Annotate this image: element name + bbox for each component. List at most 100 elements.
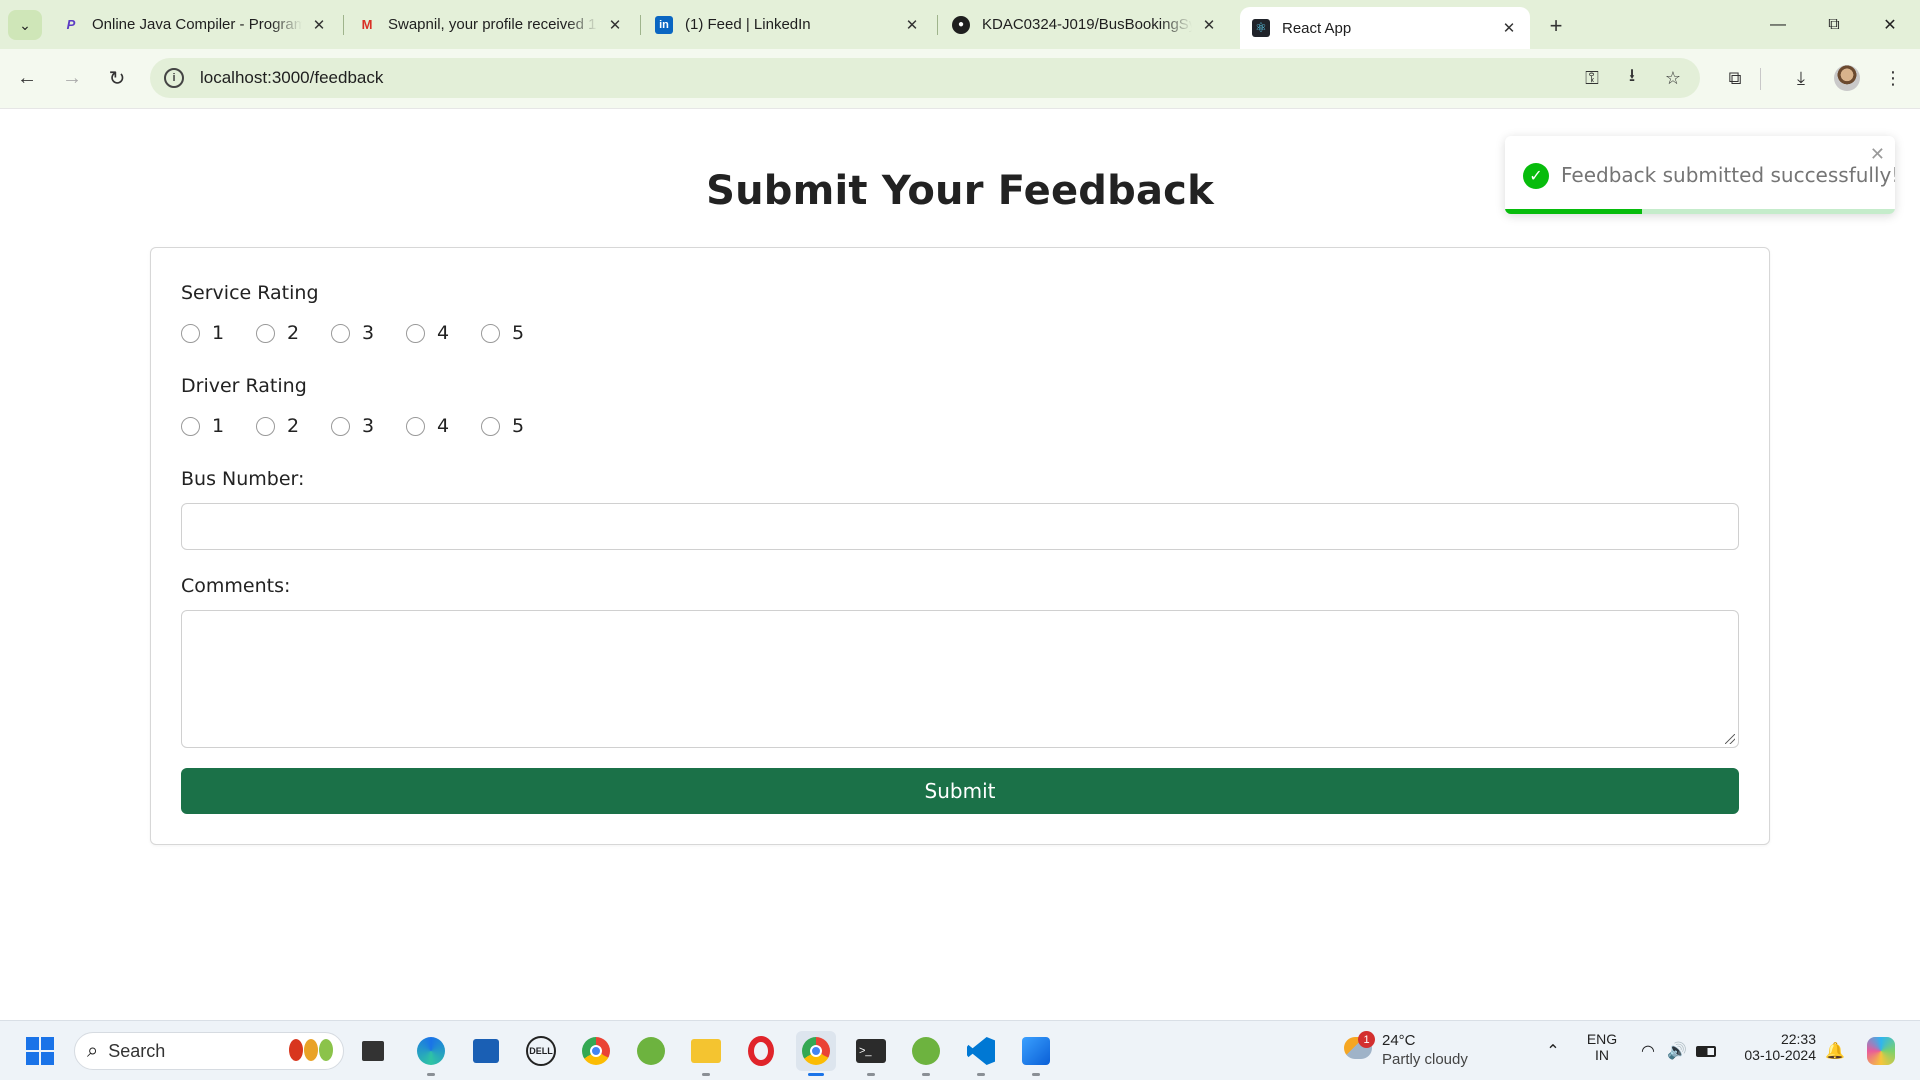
spring-tool-suite-icon[interactable] (906, 1031, 946, 1071)
language-indicator[interactable]: ENG IN (1582, 1031, 1622, 1071)
vscode-icon[interactable] (961, 1031, 1001, 1071)
chrome-active-icon[interactable] (796, 1031, 836, 1071)
windows-taskbar: ⌕ Search DELL >_ 1 24°C Partly cloudy ⌃ … (0, 1020, 1920, 1080)
url-text[interactable]: localhost:3000/feedback (200, 68, 383, 88)
info-icon[interactable]: i (164, 68, 184, 88)
programiz-icon: P (66, 17, 76, 32)
weather-condition: Partly cloudy (1382, 1051, 1468, 1068)
reload-button[interactable]: ↻ (100, 61, 134, 95)
service-rating-option[interactable]: 2 (256, 322, 315, 344)
tab-title: Swapnil, your profile received 1 (388, 16, 597, 33)
paint-icon[interactable] (1016, 1031, 1056, 1071)
radio-button[interactable] (406, 416, 425, 436)
driver-rating-option[interactable]: 2 (256, 415, 315, 437)
close-window-button[interactable]: ✕ (1862, 0, 1918, 49)
driver-rating-group: 1 2 3 4 5 (181, 415, 556, 437)
comments-textarea[interactable] (181, 610, 1739, 748)
gmail-icon: M (361, 17, 373, 32)
radio-button[interactable] (406, 323, 425, 343)
browser-tab-strip: ⌄ P Online Java Compiler - Programiz ✕ M… (0, 0, 1920, 49)
battery-icon[interactable] (1686, 1031, 1726, 1071)
edge-browser-icon[interactable] (411, 1031, 451, 1071)
tab-github[interactable]: ● KDAC0324-J019/BusBookingSystem ✕ (940, 7, 1230, 42)
taskbar-running-indicator (427, 1073, 435, 1076)
windows-start-icon[interactable] (20, 1031, 60, 1071)
driver-rating-option[interactable]: 1 (181, 415, 240, 437)
terminal-icon[interactable]: >_ (851, 1031, 891, 1071)
tab-react-app[interactable]: ⚛ React App ✕ (1240, 7, 1530, 49)
taskbar-search[interactable]: ⌕ Search (74, 1032, 344, 1070)
weather-widget[interactable]: 1 24°C Partly cloudy (1340, 1029, 1500, 1073)
radio-button[interactable] (256, 416, 275, 436)
extensions-icon[interactable]: ⧉ (1718, 61, 1752, 95)
task-view-icon[interactable] (353, 1031, 393, 1071)
close-icon[interactable]: ✕ (606, 16, 624, 34)
close-icon: ✕ (1883, 16, 1897, 34)
service-rating-group: 1 2 3 4 5 (181, 322, 556, 344)
taskbar-running-indicator (922, 1073, 930, 1076)
search-placeholder: Search (108, 1040, 166, 1061)
close-icon[interactable]: ✕ (1870, 144, 1885, 165)
radio-button[interactable] (331, 416, 350, 436)
avatar[interactable] (1834, 65, 1860, 91)
minimize-icon: — (1770, 15, 1786, 33)
password-key-icon[interactable]: ⚿ (1574, 58, 1610, 98)
notification-bell-icon[interactable]: 🔔 (1815, 1031, 1855, 1071)
file-explorer-icon[interactable] (686, 1031, 726, 1071)
close-icon[interactable]: ✕ (310, 16, 328, 34)
weather-alert-badge: 1 (1358, 1031, 1375, 1048)
driver-rating-option[interactable]: 5 (481, 415, 540, 437)
resize-handle-icon[interactable] (1725, 734, 1735, 744)
copilot-icon[interactable] (1861, 1031, 1901, 1071)
close-icon[interactable]: ✕ (1500, 19, 1518, 37)
tab-separator (343, 15, 344, 35)
check-circle-icon: ✓ (1523, 163, 1549, 189)
tab-title: (1) Feed | LinkedIn (685, 16, 811, 33)
address-bar[interactable]: i localhost:3000/feedback ⚿ ⭳ ☆ (150, 58, 1700, 98)
driver-rating-option[interactable]: 3 (331, 415, 390, 437)
download-icon[interactable]: ⤓ (1784, 61, 1818, 95)
radio-button[interactable] (256, 323, 275, 343)
microsoft-store-icon[interactable] (466, 1031, 506, 1071)
new-tab-button[interactable]: + (1542, 12, 1570, 40)
chevron-up-icon[interactable]: ⌃ (1533, 1031, 1573, 1071)
restore-button[interactable]: ⧉ (1806, 0, 1862, 49)
service-rating-option[interactable]: 1 (181, 322, 240, 344)
more-menu-icon[interactable]: ⋮ (1876, 61, 1910, 95)
radio-button[interactable] (331, 323, 350, 343)
tab-title: Online Java Compiler - Programiz (92, 16, 302, 33)
tab-gmail[interactable]: M Swapnil, your profile received 1 ✕ (346, 7, 636, 42)
browser-toolbar: ← → ↻ i localhost:3000/feedback ⚿ ⭳ ☆ ⧉ … (0, 49, 1920, 109)
radio-button[interactable] (181, 323, 200, 343)
tab-search-button[interactable]: ⌄ (8, 10, 42, 40)
bus-number-input[interactable] (181, 503, 1739, 550)
close-icon[interactable]: ✕ (1200, 16, 1218, 34)
dell-icon[interactable]: DELL (521, 1031, 561, 1071)
back-button[interactable]: ← (10, 61, 44, 95)
service-rating-option[interactable]: 3 (331, 322, 390, 344)
tab-separator (937, 15, 938, 35)
submit-button[interactable]: Submit (181, 768, 1739, 814)
minimize-button[interactable]: — (1750, 0, 1806, 49)
comments-label: Comments: (181, 575, 291, 597)
clock[interactable]: 22:33 03-10-2024 (1730, 1031, 1816, 1071)
taskbar-running-indicator (1032, 1073, 1040, 1076)
radio-button[interactable] (181, 416, 200, 436)
install-app-icon[interactable]: ⭳ (1614, 58, 1650, 98)
radio-button[interactable] (481, 416, 500, 436)
opera-icon[interactable] (741, 1031, 781, 1071)
spring-tool-icon[interactable] (631, 1031, 671, 1071)
tab-programiz[interactable]: P Online Java Compiler - Programiz ✕ (50, 7, 340, 42)
driver-rating-option[interactable]: 4 (406, 415, 465, 437)
github-icon: ● (952, 15, 970, 34)
service-rating-option[interactable]: 4 (406, 322, 465, 344)
forward-button[interactable]: → (55, 61, 89, 95)
service-rating-option[interactable]: 5 (481, 322, 540, 344)
toolbar-divider (1760, 68, 1761, 90)
close-icon[interactable]: ✕ (903, 16, 921, 34)
chevron-down-icon: ⌄ (19, 16, 31, 33)
chrome-icon[interactable] (576, 1031, 616, 1071)
bookmark-star-icon[interactable]: ☆ (1655, 58, 1691, 98)
radio-button[interactable] (481, 323, 500, 343)
tab-linkedin[interactable]: in (1) Feed | LinkedIn ✕ (643, 7, 933, 42)
